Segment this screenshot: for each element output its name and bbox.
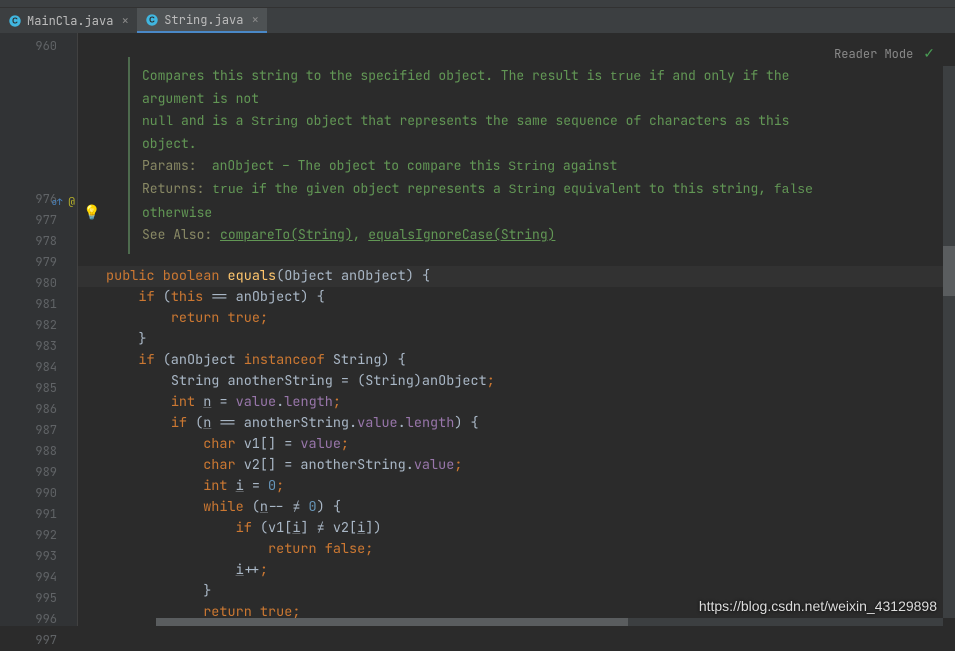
doc-description: Compares this string to the specified ob… bbox=[142, 65, 848, 155]
code-line[interactable]: if (this == anObject) { bbox=[78, 287, 955, 308]
line-number: 976o↑ @ bbox=[0, 189, 77, 210]
top-menu-bar bbox=[0, 0, 955, 8]
line-number: 997 bbox=[0, 630, 77, 651]
line-number: 977 bbox=[0, 210, 77, 231]
code-line[interactable]: if (anObject instanceof String) { bbox=[78, 350, 955, 371]
tab-string[interactable]: C String.java × bbox=[137, 8, 267, 33]
reader-mode-bar: Reader Mode ✓ bbox=[814, 33, 955, 75]
code-line[interactable]: if (n == anotherString.value.length) { bbox=[78, 413, 955, 434]
svg-text:C: C bbox=[12, 16, 18, 25]
code-line[interactable]: i++; bbox=[78, 560, 955, 581]
code-line[interactable]: int n = value.length; bbox=[78, 392, 955, 413]
line-number: 980 bbox=[0, 273, 77, 294]
tab-label: String.java bbox=[164, 12, 243, 28]
editor-tabs: C MainCla.java × C String.java × bbox=[0, 8, 955, 33]
line-number: 982 bbox=[0, 315, 77, 336]
doc-link[interactable]: compareTo(String) bbox=[220, 226, 353, 243]
line-number: 988 bbox=[0, 441, 77, 462]
code-line[interactable]: if (v1[i] ≠ v2[i]) bbox=[78, 518, 955, 539]
override-icon[interactable]: o↑ bbox=[52, 196, 63, 208]
tab-maincla[interactable]: C MainCla.java × bbox=[0, 8, 137, 33]
code-lines[interactable]: public boolean equals(Object anObject) {… bbox=[78, 262, 955, 626]
scrollbar-thumb[interactable] bbox=[943, 246, 955, 296]
line-number: 995 bbox=[0, 588, 77, 609]
line-number: 992 bbox=[0, 525, 77, 546]
line-number: 993 bbox=[0, 546, 77, 567]
annotation-icon: @ bbox=[68, 195, 75, 209]
javadoc-block: Compares this string to the specified ob… bbox=[128, 57, 848, 254]
line-number: 994 bbox=[0, 567, 77, 588]
line-number: 990 bbox=[0, 483, 77, 504]
code-line[interactable]: while (n-- ≠ 0) { bbox=[78, 497, 955, 518]
code-line[interactable]: char v1[] = value; bbox=[78, 434, 955, 455]
watermark: https://blog.csdn.net/weixin_43129898 bbox=[699, 598, 937, 614]
line-number: 987 bbox=[0, 420, 77, 441]
class-icon: C bbox=[8, 14, 22, 28]
line-number: 979 bbox=[0, 252, 77, 273]
editor-area: 960 976o↑ @ 977 978 979 980 981 982 983 … bbox=[0, 33, 955, 626]
code-line[interactable]: String anotherString = (String)anObject; bbox=[78, 371, 955, 392]
line-number: 985 bbox=[0, 378, 77, 399]
line-number: 960 bbox=[0, 36, 77, 57]
line-number: 983 bbox=[0, 336, 77, 357]
line-number: 981 bbox=[0, 294, 77, 315]
doc-link[interactable]: equalsIgnoreCase(String) bbox=[368, 226, 555, 243]
close-icon[interactable]: × bbox=[251, 11, 259, 28]
svg-text:C: C bbox=[149, 15, 155, 24]
code-line[interactable]: return false; bbox=[78, 539, 955, 560]
code-line[interactable]: public boolean equals(Object anObject) { bbox=[78, 266, 955, 287]
line-number: 978 bbox=[0, 231, 77, 252]
doc-returns: Returns: true if the given object repres… bbox=[142, 178, 848, 223]
line-number-gutter: 960 976o↑ @ 977 978 979 980 981 982 983 … bbox=[0, 33, 78, 626]
code-area[interactable]: Reader Mode ✓ 💡 Compares this string to … bbox=[78, 33, 955, 626]
scrollbar-thumb[interactable] bbox=[156, 618, 628, 626]
reader-mode-label[interactable]: Reader Mode bbox=[834, 46, 913, 62]
line-number: 989 bbox=[0, 462, 77, 483]
vertical-scrollbar[interactable] bbox=[943, 66, 955, 618]
horizontal-scrollbar[interactable] bbox=[156, 618, 943, 626]
line-number: 986 bbox=[0, 399, 77, 420]
doc-seealso: See Also: compareTo(String), equalsIgnor… bbox=[142, 224, 848, 246]
line-number: 984 bbox=[0, 357, 77, 378]
code-line[interactable]: } bbox=[78, 329, 955, 350]
code-line[interactable]: int i = 0; bbox=[78, 476, 955, 497]
class-icon: C bbox=[145, 13, 159, 27]
tab-label: MainCla.java bbox=[27, 13, 113, 29]
line-number: 996 bbox=[0, 609, 77, 630]
doc-params: Params: anObject – The object to compare… bbox=[142, 155, 848, 178]
intention-bulb-icon[interactable]: 💡 bbox=[83, 204, 100, 222]
close-icon[interactable]: × bbox=[121, 12, 129, 29]
check-icon[interactable]: ✓ bbox=[923, 45, 935, 63]
code-line[interactable]: return true; bbox=[78, 308, 955, 329]
line-number: 991 bbox=[0, 504, 77, 525]
code-line[interactable]: char v2[] = anotherString.value; bbox=[78, 455, 955, 476]
